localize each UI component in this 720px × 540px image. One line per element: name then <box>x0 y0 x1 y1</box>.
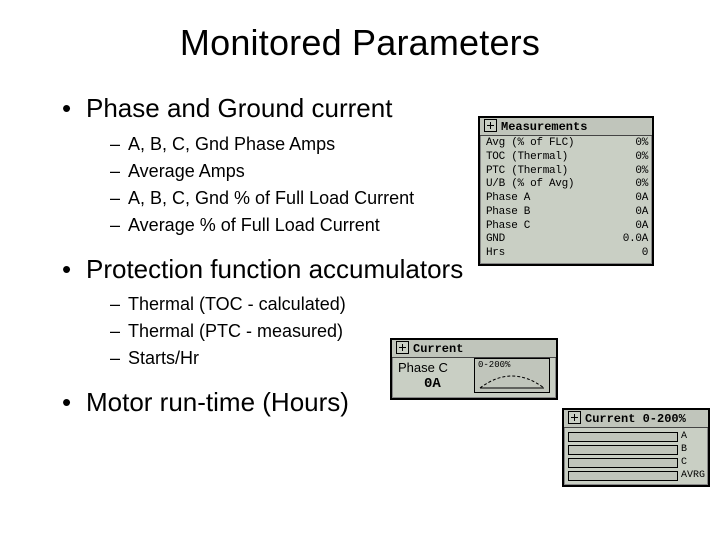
current-bars-panel: Current 0-200% ABCAVRG <box>562 408 710 487</box>
measurements-panel: Measurements Avg (% of FLC)0%TOC (Therma… <box>478 116 654 266</box>
bar-gauge <box>568 471 678 481</box>
measurement-value: 0% <box>610 178 648 192</box>
measurement-value: 0A <box>610 206 648 220</box>
bar-row: AVRG <box>568 470 706 482</box>
sub-item: Thermal (TOC - calculated) <box>128 291 346 318</box>
measurement-value: 0A <box>610 220 648 234</box>
measurement-row: Phase C0A <box>486 220 648 234</box>
measurement-value: 0% <box>610 165 648 179</box>
bar-row: A <box>568 431 706 443</box>
measurement-label: Hrs <box>486 247 610 261</box>
measurement-row: TOC (Thermal)0% <box>486 151 648 165</box>
sub-item: Starts/Hr <box>128 345 199 372</box>
bullet-dot: • <box>62 92 86 125</box>
measurement-value: 0A <box>610 192 648 206</box>
measurement-row: Phase A0A <box>486 192 648 206</box>
bar-label: B <box>681 444 687 456</box>
bar-label: A <box>681 431 687 443</box>
panel-title: Measurements <box>501 120 587 134</box>
panel-icon <box>484 119 497 132</box>
bar-gauge <box>568 432 678 442</box>
sub-item: Thermal (PTC - measured) <box>128 318 343 345</box>
current-phase-label: Phase C <box>398 360 448 375</box>
slide-title: Monitored Parameters <box>0 0 720 64</box>
sub-item: A, B, C, Gnd % of Full Load Current <box>128 185 414 212</box>
sub-item: A, B, C, Gnd Phase Amps <box>128 131 335 158</box>
bar-row: C <box>568 457 706 469</box>
bar-label: AVRG <box>681 470 705 482</box>
measurement-label: Phase A <box>486 192 610 206</box>
bullet-dot: • <box>62 253 86 286</box>
measurement-label: TOC (Thermal) <box>486 151 610 165</box>
sub-item: Average % of Full Load Current <box>128 212 380 239</box>
measurement-label: PTC (Thermal) <box>486 165 610 179</box>
panel-title: Current <box>413 342 463 356</box>
bar-gauge <box>568 445 678 455</box>
measurement-row: U/B (% of Avg)0% <box>486 178 648 192</box>
panel-title: Current 0-200% <box>585 412 686 426</box>
current-gauge-box: 0-200% <box>474 358 550 393</box>
measurement-label: Avg (% of FLC) <box>486 137 610 151</box>
measurement-label: GND <box>486 233 610 247</box>
measurement-row: Hrs0 <box>486 247 648 261</box>
section-3-heading: Motor run-time (Hours) <box>86 386 349 419</box>
current-phase-value: 0A <box>424 376 441 392</box>
gauge-arc-icon <box>476 370 548 390</box>
bar-label: C <box>681 457 687 469</box>
section-1-heading: Phase and Ground current <box>86 92 392 125</box>
measurement-label: Phase C <box>486 220 610 234</box>
current-panel: Current Phase C 0A 0-200% <box>390 338 558 400</box>
bullet-dot: • <box>62 386 86 419</box>
panel-icon <box>396 341 409 354</box>
measurement-value: 0% <box>610 137 648 151</box>
section-2-heading: Protection function accumulators <box>86 253 463 286</box>
measurement-row: GND0.0A <box>486 233 648 247</box>
measurement-row: Avg (% of FLC)0% <box>486 137 648 151</box>
sub-item: Average Amps <box>128 158 245 185</box>
measurement-row: Phase B0A <box>486 206 648 220</box>
measurement-value: 0.0A <box>610 233 648 247</box>
current-range: 0-200% <box>478 360 510 370</box>
bar-gauge <box>568 458 678 468</box>
panel-icon <box>568 411 581 424</box>
measurement-value: 0% <box>610 151 648 165</box>
measurement-value: 0 <box>610 247 648 261</box>
measurement-label: Phase B <box>486 206 610 220</box>
bar-row: B <box>568 444 706 456</box>
measurement-label: U/B (% of Avg) <box>486 178 610 192</box>
measurement-row: PTC (Thermal)0% <box>486 165 648 179</box>
